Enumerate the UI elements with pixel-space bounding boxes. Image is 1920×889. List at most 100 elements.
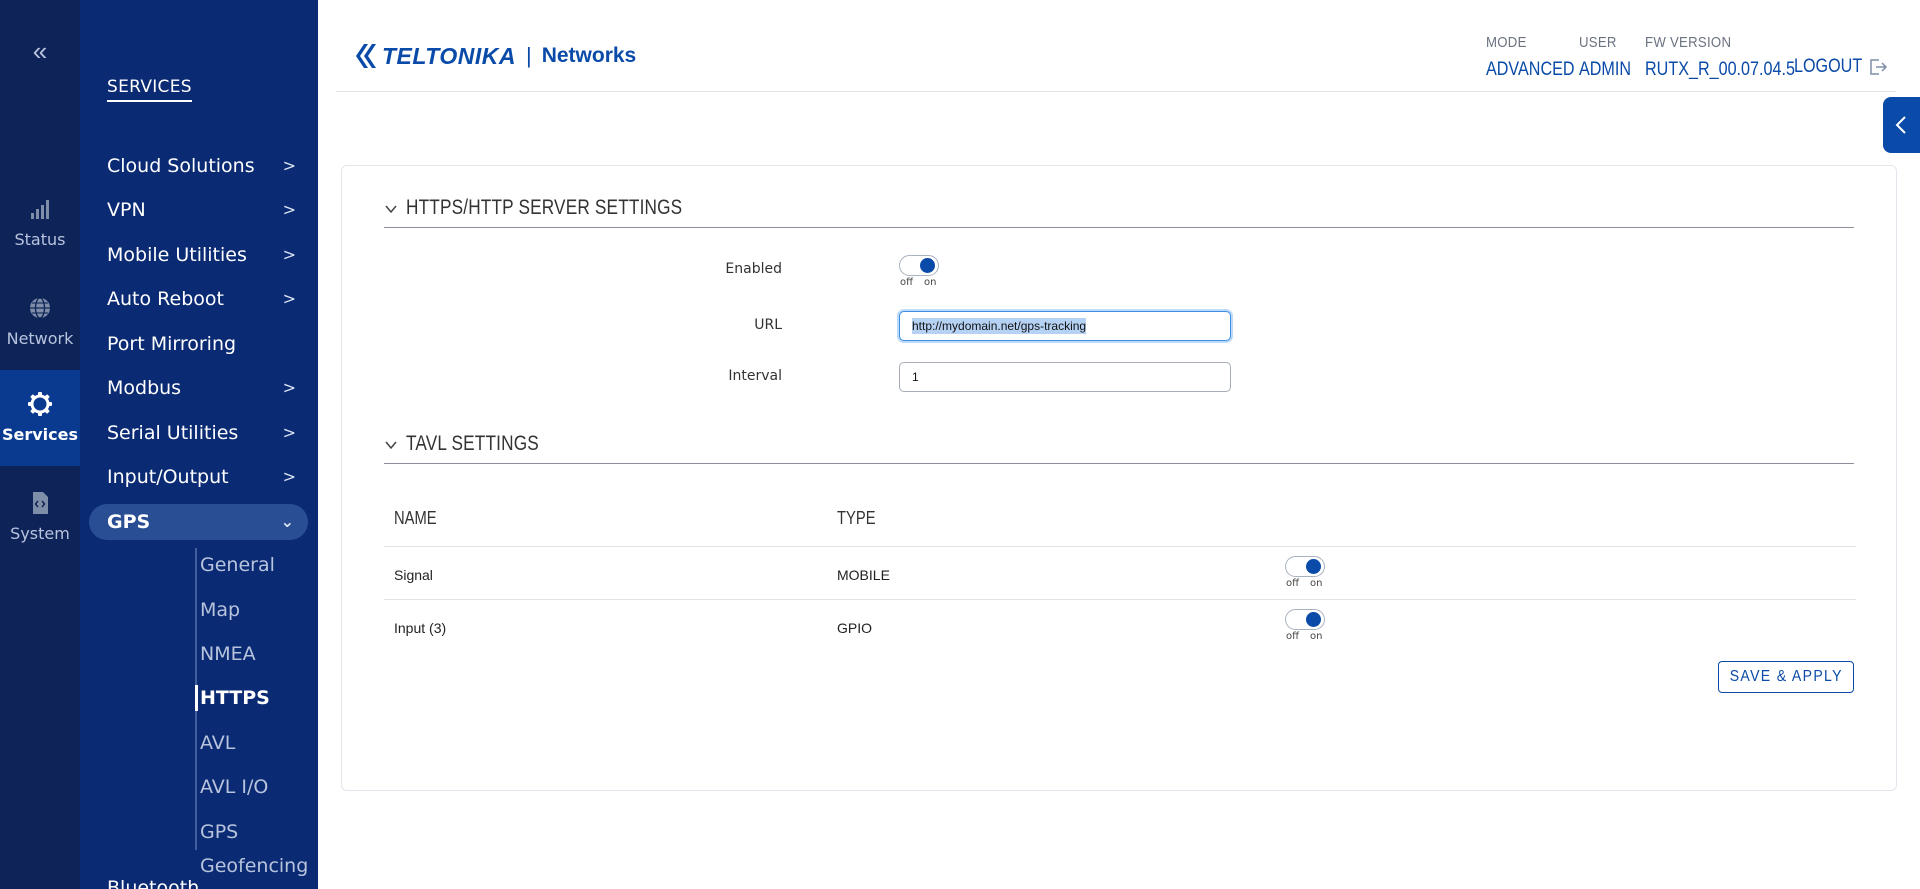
interval-value: 1 xyxy=(912,370,919,384)
submenu-item-avl[interactable]: AVL xyxy=(200,726,235,760)
services-menu: SERVICES Cloud Solutions > VPN > Mobile … xyxy=(80,0,318,889)
enabled-label: Enabled xyxy=(725,261,782,277)
submenu-item-nmea[interactable]: NMEA xyxy=(200,637,256,671)
rail-item-status[interactable]: Status xyxy=(0,196,80,292)
chevron-right-icon: > xyxy=(282,423,296,442)
toggle-on-label: on xyxy=(924,277,937,288)
menu-title: SERVICES xyxy=(107,77,192,102)
rail-label: Services xyxy=(1,425,79,444)
chevron-right-icon: > xyxy=(282,156,296,175)
submenu-item-avl-io[interactable]: AVL I/O xyxy=(200,770,268,804)
row-type: GPIO xyxy=(837,620,873,636)
toggle-on-label: on xyxy=(1310,578,1323,589)
chevron-left-icon xyxy=(1895,116,1906,134)
section-title: TAVL SETTINGS xyxy=(406,432,539,455)
submenu-item-gps-geofencing[interactable]: GPS Geofencing xyxy=(200,815,318,877)
user-label: USER xyxy=(1579,34,1617,51)
fw-version-value[interactable]: RUTX_R_00.07.04.5 xyxy=(1645,59,1795,81)
section-title: HTTPS/HTTP SERVER SETTINGS xyxy=(406,196,683,219)
menu-item-input-output[interactable]: Input/Output > xyxy=(107,459,302,495)
product-name: Networks xyxy=(541,44,637,67)
toggle-knob xyxy=(920,258,935,273)
chevron-right-icon: > xyxy=(282,467,296,486)
brand-separator: | xyxy=(525,43,532,68)
toggle-off-label: off xyxy=(1286,578,1300,589)
table-divider xyxy=(384,599,1856,600)
menu-item-label: Mobile Utilities xyxy=(107,244,247,266)
rail-label: Network xyxy=(6,329,74,348)
rail-item-services[interactable]: Services xyxy=(0,370,80,466)
mode-label: MODE xyxy=(1486,34,1527,51)
row-type: MOBILE xyxy=(837,567,890,583)
url-label: URL xyxy=(754,317,782,333)
menu-item-mobile-utilities[interactable]: Mobile Utilities > xyxy=(107,237,302,273)
menu-item-label: Auto Reboot xyxy=(107,288,224,310)
brand-name: TELTONIKA xyxy=(382,42,516,69)
menu-item-label: Serial Utilities xyxy=(107,422,239,444)
row-name: Signal xyxy=(394,567,433,583)
chevron-right-icon: > xyxy=(282,200,296,219)
tavl-section-header[interactable]: TAVL SETTINGS xyxy=(384,432,1854,464)
logout-button[interactable]: LOGOUT xyxy=(1794,56,1888,78)
rail-label: Status xyxy=(14,230,66,249)
menu-item-port-mirroring[interactable]: Port Mirroring xyxy=(107,326,302,362)
rail-item-system[interactable]: System xyxy=(0,490,80,586)
user-value[interactable]: ADMIN xyxy=(1579,59,1631,81)
chevron-right-icon: > xyxy=(282,378,296,397)
menu-item-cloud-solutions[interactable]: Cloud Solutions > xyxy=(107,148,302,184)
toggle-knob xyxy=(1306,559,1321,574)
submenu-item-https[interactable]: HTTPS xyxy=(195,681,270,715)
menu-item-gps[interactable]: GPS ⌄ xyxy=(89,504,308,540)
chevron-right-icon: > xyxy=(282,245,296,264)
menu-item-label: Port Mirroring xyxy=(107,333,237,355)
toggle-knob xyxy=(1306,612,1321,627)
url-value: http://mydomain.net/gps-tracking xyxy=(912,318,1087,334)
signal-bars-icon xyxy=(31,200,49,219)
settings-card: HTTPS/HTTP SERVER SETTINGS Enabled off o… xyxy=(341,165,1897,791)
menu-item-label: VPN xyxy=(107,199,146,221)
toggle-on-label: on xyxy=(1310,631,1323,642)
menu-item-auto-reboot[interactable]: Auto Reboot > xyxy=(107,281,302,317)
submenu-item-general[interactable]: General xyxy=(200,548,275,582)
gear-icon xyxy=(28,392,52,416)
logout-icon xyxy=(1870,59,1888,75)
menu-item-label: Modbus xyxy=(107,377,182,399)
chevron-right-icon: > xyxy=(282,289,296,308)
chevron-down-icon xyxy=(385,205,397,214)
menu-item-label: Bluetooth xyxy=(107,877,200,889)
save-apply-button[interactable]: SAVE & APPLY xyxy=(1718,661,1854,693)
row-name: Input (3) xyxy=(394,620,447,636)
column-header-type: TYPE xyxy=(837,508,876,528)
logout-label: LOGOUT xyxy=(1794,56,1863,77)
fw-version-label: FW VERSION xyxy=(1645,34,1732,51)
chevron-down-icon: ⌄ xyxy=(280,512,294,531)
menu-item-serial-utilities[interactable]: Serial Utilities > xyxy=(107,415,302,451)
https-section-header[interactable]: HTTPS/HTTP SERVER SETTINGS xyxy=(384,196,1854,228)
code-file-icon xyxy=(33,492,48,514)
chevron-down-icon xyxy=(385,441,397,450)
collapse-menu-icon[interactable]: « xyxy=(0,36,80,66)
toggle-off-label: off xyxy=(900,277,914,288)
table-divider xyxy=(384,546,1856,547)
side-panel-toggle[interactable] xyxy=(1883,97,1920,153)
interval-input[interactable]: 1 xyxy=(899,362,1231,392)
rail-label: System xyxy=(10,524,70,543)
save-apply-label: SAVE & APPLY xyxy=(1729,668,1843,685)
url-input[interactable]: http://mydomain.net/gps-tracking xyxy=(899,311,1231,341)
submenu-item-map[interactable]: Map xyxy=(200,593,240,627)
menu-item-label: GPS xyxy=(107,511,151,533)
user-info: USER ADMIN xyxy=(1579,34,1640,81)
globe-icon xyxy=(30,297,50,319)
menu-item-bluetooth[interactable]: Bluetooth xyxy=(107,870,302,889)
menu-item-modbus[interactable]: Modbus > xyxy=(107,370,302,406)
interval-label: Interval xyxy=(728,368,782,384)
column-header-name: NAME xyxy=(394,508,437,528)
menu-item-vpn[interactable]: VPN > xyxy=(107,192,302,228)
mode-info: MODE ADVANCED xyxy=(1486,34,1590,81)
menu-item-label: Input/Output xyxy=(107,466,229,488)
teltonika-logo-mark xyxy=(356,44,376,68)
mode-value[interactable]: ADVANCED xyxy=(1486,59,1575,81)
icon-rail: « Status Network Services System xyxy=(0,0,80,889)
teltonika-logo[interactable]: TELTONIKA | Networks xyxy=(352,36,636,76)
toggle-off-label: off xyxy=(1286,631,1300,642)
